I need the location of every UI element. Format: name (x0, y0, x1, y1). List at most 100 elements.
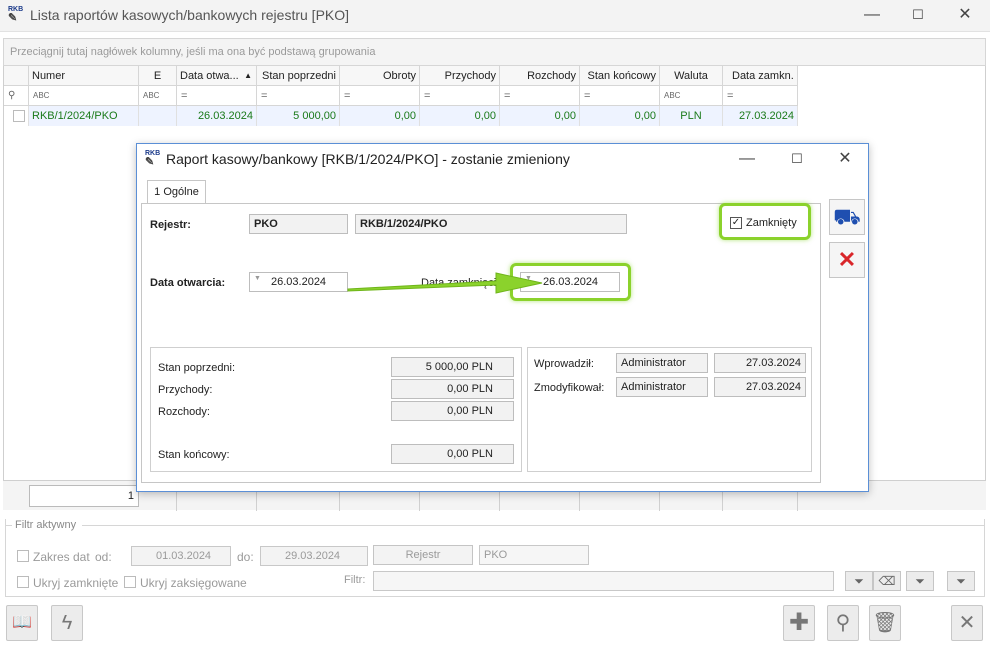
expense-label: Rozchody: (158, 406, 210, 418)
filter-rozchody[interactable]: = (500, 86, 580, 106)
group-by-hint: Przeciągnij tutaj nagłówek kolumny, jeśl… (10, 46, 376, 58)
cell-rozchody[interactable]: 0,00 (500, 106, 580, 126)
cell-stan-poprzedni[interactable]: 5 000,00 (257, 106, 340, 126)
from-label: od: (95, 550, 112, 564)
col-header-data-otwarcia[interactable]: Data otwa... ▲ (177, 66, 257, 86)
cell-e[interactable] (139, 106, 177, 126)
col-header-stan-poprzedni[interactable]: Stan poprzedni (257, 66, 340, 86)
col-header-waluta[interactable]: Waluta (660, 66, 723, 86)
window-title: Lista raportów kasowych/bankowych rejest… (30, 7, 350, 23)
col-header-obroty[interactable]: Obroty (340, 66, 420, 86)
col-header-rozchody[interactable]: Rozchody (500, 66, 580, 86)
apply-filter-icon[interactable]: ⏷ (845, 571, 873, 591)
filter-label: Filtr: (344, 574, 366, 586)
edit-magnifier-icon[interactable]: ⚲ (827, 605, 859, 641)
dialog-rkb-logo-icon: RKB ✎ (145, 150, 161, 168)
filter-waluta[interactable]: ABC (660, 86, 723, 106)
closed-checkbox-label: Zamknięty (746, 217, 797, 229)
filter-stan-koncowy[interactable]: = (580, 86, 660, 106)
dialog-title-bar: RKB ✎ Raport kasowy/bankowy [RKB/1/2024/P… (137, 144, 868, 174)
trash-icon[interactable]: 🗑 (869, 605, 901, 641)
from-date-input[interactable]: 01.03.2024 (131, 546, 231, 566)
cell-numer[interactable]: RKB/1/2024/PKO (29, 106, 139, 126)
minimize-button[interactable]: — (860, 4, 884, 26)
cell-obroty[interactable]: 0,00 (340, 106, 420, 126)
open-book-icon[interactable]: 📖 (6, 605, 38, 641)
close-button[interactable]: ✕ (953, 4, 977, 26)
hide-posted-label: Ukryj zaksięgowane (140, 576, 247, 590)
rkb-logo-icon: RKB ✎ (8, 6, 24, 24)
filter-przychody[interactable]: = (420, 86, 500, 106)
register-button[interactable]: Rejestr (373, 545, 473, 565)
open-date-label: Data otwarcia: (150, 277, 226, 289)
filter-expression-input[interactable] (373, 571, 834, 591)
col-header-e[interactable]: E (139, 66, 177, 86)
filter-stan-poprzedni[interactable]: = (257, 86, 340, 106)
filter-builder-icon[interactable]: ⏷ (906, 571, 934, 591)
col-header-przychody[interactable]: Przychody (420, 66, 500, 86)
group-by-area[interactable]: Przeciągnij tutaj nagłówek kolumny, jeśl… (3, 38, 986, 66)
cell-waluta[interactable]: PLN (660, 106, 723, 126)
filter-data-otwarcia[interactable]: = (177, 86, 257, 106)
sort-asc-icon: ▲ (244, 71, 252, 80)
register-select[interactable]: PKO (479, 545, 589, 565)
prev-balance-label: Stan poprzedni: (158, 362, 236, 374)
general-panel: Rejestr: PKO RKB/1/2024/PKO ✓ Zamknięty … (141, 203, 821, 483)
end-balance-field[interactable]: 0,00 PLN (391, 444, 514, 464)
hide-closed-label: Ukryj zamknięte (33, 576, 119, 590)
window-title-bar: RKB ✎ Lista raportów kasowych/bankowych r… (0, 0, 990, 32)
cell-data-otwarcia[interactable]: 26.03.2024 (177, 106, 257, 126)
to-date-input[interactable]: 29.03.2024 (260, 546, 368, 566)
open-date-field[interactable]: 26.03.2024 (249, 272, 348, 292)
income-field[interactable]: 0,00 PLN (391, 379, 514, 399)
date-range-label: Zakres dat (33, 550, 90, 564)
hide-posted-checkbox[interactable] (124, 576, 136, 588)
grid-corner (4, 66, 29, 86)
report-dialog: RKB ✎ Raport kasowy/bankowy [RKB/1/2024/P… (136, 143, 869, 492)
date-range-checkbox[interactable] (17, 550, 29, 562)
entered-by-label: Wprowadził: (534, 358, 594, 370)
filter-e[interactable]: ABC (139, 86, 177, 106)
cancel-icon[interactable]: ✕ (829, 242, 865, 278)
lightning-icon[interactable]: ϟ (51, 605, 83, 641)
dialog-minimize-button[interactable]: — (735, 148, 759, 170)
record-count: 1 (29, 485, 139, 507)
remove-filter-icon[interactable]: ⏷ (947, 571, 975, 591)
tab-ogolne[interactable]: 1 Ogólne (147, 180, 206, 204)
end-balance-label: Stan końcowy: (158, 449, 230, 461)
maximize-button[interactable]: ☐ (906, 4, 930, 26)
register-code-field[interactable]: PKO (249, 214, 348, 234)
add-icon[interactable]: ✚ (783, 605, 815, 641)
filter-data-zamkniecia[interactable]: = (723, 86, 798, 106)
green-arrow-icon (347, 272, 543, 294)
entered-date-field[interactable]: 27.03.2024 (714, 353, 806, 373)
cell-data-zamkniecia[interactable]: 27.03.2024 (723, 106, 798, 126)
prev-balance-field[interactable]: 5 000,00 PLN (391, 357, 514, 377)
close-list-icon[interactable]: ✕ (951, 605, 983, 641)
modified-by-field[interactable]: Administrator (616, 377, 708, 397)
col-header-stan-koncowy[interactable]: Stan końcowy (580, 66, 660, 86)
dialog-close-button[interactable]: ✕ (833, 148, 857, 170)
filter-panel-legend: Filtr aktywny (12, 519, 80, 531)
register-number-field[interactable]: RKB/1/2024/PKO (355, 214, 627, 234)
row-select-checkbox[interactable] (4, 106, 29, 126)
clear-filter-icon[interactable]: ⌫ (873, 571, 901, 591)
cell-stan-koncowy[interactable]: 0,00 (580, 106, 660, 126)
entered-by-field[interactable]: Administrator (616, 353, 708, 373)
save-icon[interactable]: ⛟ (829, 199, 865, 235)
modified-date-field[interactable]: 27.03.2024 (714, 377, 806, 397)
col-header-numer[interactable]: Numer (29, 66, 139, 86)
balances-box: Stan poprzedni: 5 000,00 PLN Przychody: … (150, 347, 522, 472)
expense-field[interactable]: 0,00 PLN (391, 401, 514, 421)
closed-checkbox[interactable]: ✓ (730, 217, 742, 229)
cell-przychody[interactable]: 0,00 (420, 106, 500, 126)
open-date-dropdown-icon[interactable]: ▼ (254, 275, 261, 282)
dialog-maximize-button[interactable]: ☐ (785, 148, 809, 170)
dialog-title: Raport kasowy/bankowy [RKB/1/2024/PKO] -… (166, 151, 570, 167)
to-label: do: (237, 550, 254, 564)
filter-numer[interactable]: ABC (29, 86, 139, 106)
col-header-data-zamkniecia[interactable]: Data zamkn. (723, 66, 798, 86)
hide-closed-checkbox[interactable] (17, 576, 29, 588)
filter-row-icon: ⚲ (4, 86, 29, 106)
filter-obroty[interactable]: = (340, 86, 420, 106)
